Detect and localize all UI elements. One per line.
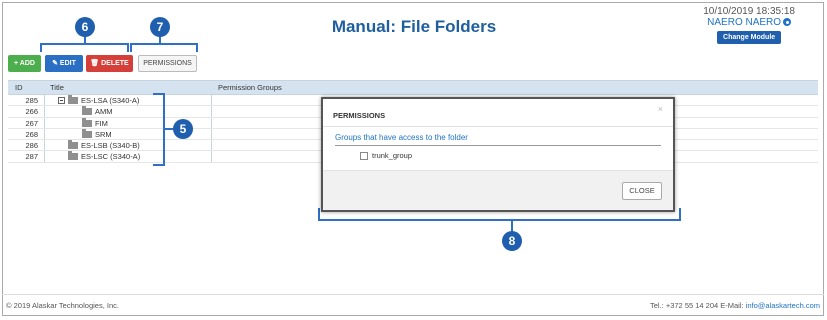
callout-6-bracket-left [40,43,42,52]
grid-header: ID Title Permission Groups [8,80,818,95]
row-title: AMM [82,106,113,117]
folder-icon [68,95,78,104]
row-title-label: AMM [95,107,113,117]
row-title: FIM [82,117,108,128]
row-id: 267 [25,118,38,128]
groups-divider [335,145,661,146]
datetime: 10/10/2019 18:35:18 [703,6,795,17]
row-id: 286 [25,141,38,151]
row-title-label: ES-LSC (S340-A) [81,152,141,162]
folder-icon [82,128,92,138]
add-button[interactable]: + ADD [8,55,41,72]
edit-button[interactable]: ✎ EDIT [45,55,83,72]
user-name-label: NAERO NAERO [707,17,782,28]
contact-info: Tel.: +372 55 14 204 E-Mail: info@alaska… [650,301,820,310]
row-title-label: ES-LSB (S340-B) [81,141,140,151]
dialog-footer: CLOSE [323,170,673,210]
folder-icon [82,117,92,127]
folder-icon [82,106,92,116]
callout-7-bracket-left [130,43,132,52]
column-header-title[interactable]: Title [50,83,64,92]
close-icon[interactable]: × [658,104,663,114]
callout-7-badge: 7 [150,17,170,37]
callout-6-badge: 6 [75,17,95,37]
row-title-label: ES-LSA (S340-A) [81,96,140,105]
column-header-id[interactable]: ID [15,83,23,92]
callout-8-bracket-right [679,208,681,221]
callout-8-bracket [318,219,681,221]
row-id: 287 [25,152,38,162]
delete-button[interactable]: 🗑 DELETE [86,55,133,72]
permissions-dialog: PERMISSIONS × Groups that have access to… [321,97,675,212]
trunk-group-checkbox[interactable] [360,152,368,160]
user-panel: 10/10/2019 18:35:18 NAERO NAERO Change M… [703,6,795,44]
page-footer: © 2019 Alaskar Technologies, Inc. Tel.: … [2,294,824,316]
gear-icon[interactable] [783,18,792,26]
contact-email-link[interactable]: info@alaskartech.com [746,301,820,310]
copyright-text: © 2019 Alaskar Technologies, Inc. [6,301,119,310]
callout-5-connector [165,128,173,130]
row-title: SRM [82,128,112,139]
callout-8-badge: 8 [502,231,522,251]
permissions-button[interactable]: PERMISSIONS [138,55,197,72]
row-id: 266 [25,107,38,117]
trunk-group-label[interactable]: trunk_group [372,151,412,160]
dialog-divider [323,126,673,127]
column-header-permission-groups[interactable]: Permission Groups [218,83,282,92]
row-title: ES-LSA (S340-A) [58,95,140,105]
page-title: Manual: File Folders [331,17,497,36]
row-title: ES-LSC (S340-A) [68,151,141,162]
user-name[interactable]: NAERO NAERO [703,17,795,29]
callout-7-bracket-right [196,43,198,52]
row-id: 285 [25,96,38,105]
collapse-toggle-icon[interactable] [58,97,65,104]
close-button[interactable]: CLOSE [622,182,662,200]
row-title-label: FIM [95,118,108,128]
change-module-button[interactable]: Change Module [717,31,782,44]
callout-5-bracket-bottom [153,164,164,166]
row-id: 268 [25,129,38,139]
callout-8-bracket-left [318,208,320,221]
callout-5-bracket-top [153,93,164,95]
folder-icon [68,151,78,161]
callout-6-bracket-right [127,43,129,52]
contact-phone: Tel.: +372 55 14 204 E-Mail: [650,301,746,310]
callout-7-bracket [130,43,198,45]
row-title: ES-LSB (S340-B) [68,140,140,151]
dialog-title: PERMISSIONS [333,111,386,120]
callout-6-connector [84,36,86,44]
callout-5-badge: 5 [173,119,193,139]
callout-7-connector [159,36,161,44]
row-title-label: SRM [95,129,112,139]
folder-icon [68,140,78,150]
groups-access-label: Groups that have access to the folder [335,133,468,142]
